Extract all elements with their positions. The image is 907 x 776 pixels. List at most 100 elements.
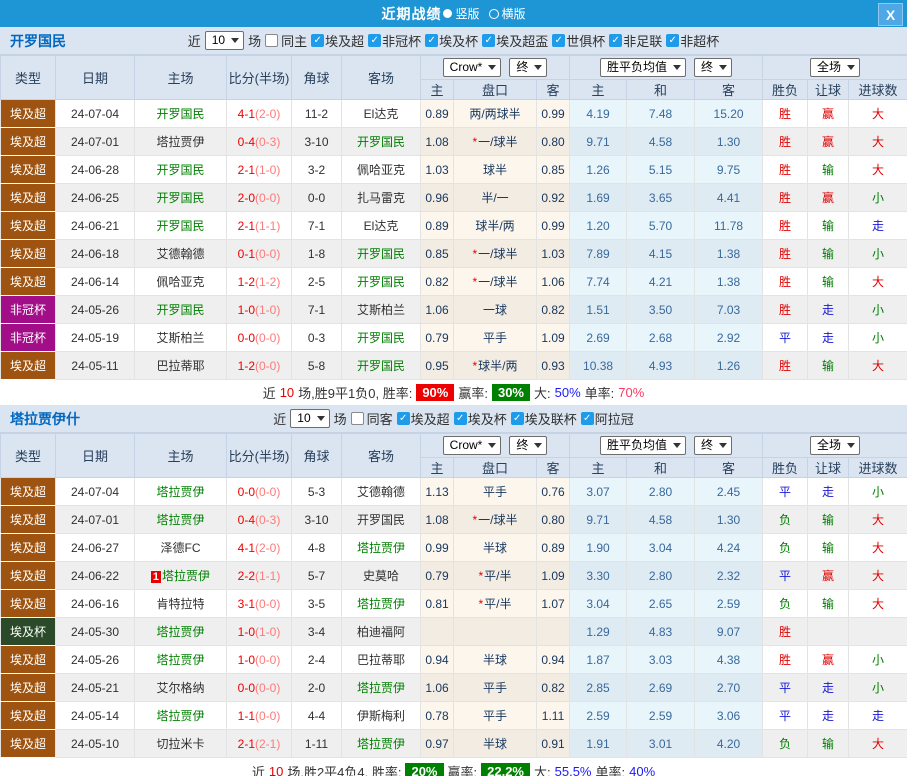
wdl-average-select[interactable]: 胜平负均值 — [600, 58, 686, 77]
checkbox-checked-icon[interactable]: ✓ — [581, 412, 594, 425]
away-odds-cell: 0.82 — [537, 296, 570, 324]
avg-lose-cell: 1.30 — [695, 506, 763, 534]
score-cell: 1-2(1-2) — [227, 268, 292, 296]
radio-horizontal-layout[interactable]: 横版 — [489, 5, 526, 22]
goals-result-cell: 大 — [849, 506, 907, 534]
bookmaker-select[interactable]: Crow* — [443, 58, 502, 77]
odd-rate-value: 40% — [629, 764, 655, 776]
league-filter[interactable]: ✓非超杯 — [666, 31, 719, 50]
matches-tbody: 埃及超24-07-04塔拉贾伊0-0(0-0)5-3艾德翰德1.13平手0.76… — [1, 478, 907, 758]
col-avg-draw: 和 — [627, 458, 695, 478]
avg-draw-cell: 2.69 — [627, 674, 695, 702]
handicap-result-cell: 赢 — [808, 562, 849, 590]
league-filter[interactable]: ✓埃及超 — [311, 31, 364, 50]
same-venue-filter[interactable]: 同客 — [351, 409, 393, 428]
handicap-result-cell: 输 — [808, 240, 849, 268]
corner-cell: 5-8 — [292, 352, 342, 380]
handicap-cell: 一球 — [454, 296, 537, 324]
checkbox-checked-icon[interactable]: ✓ — [397, 412, 410, 425]
league-filter[interactable]: ✓埃及超盃 — [482, 31, 548, 50]
wdl-result-cell: 胜 — [763, 646, 808, 674]
league-cell: 埃及超 — [1, 212, 56, 240]
match-row: 埃及超24-06-25开罗国民2-0(0-0)0-0扎马雷克0.96半/一0.9… — [1, 184, 907, 212]
away-odds-cell: 0.99 — [537, 100, 570, 128]
goals-result-cell: 大 — [849, 534, 907, 562]
avg-draw-cell: 3.03 — [627, 646, 695, 674]
handicap-result-cell: 输 — [808, 156, 849, 184]
score-cell: 1-2(0-0) — [227, 352, 292, 380]
checkbox-checked-icon[interactable]: ✓ — [454, 412, 467, 425]
handicap-cell: *一/球半 — [454, 128, 537, 156]
league-cell: 埃及超 — [1, 562, 56, 590]
handicap-result-cell: 走 — [808, 674, 849, 702]
wdl-result-cell: 胜 — [763, 184, 808, 212]
avg-draw-cell: 2.80 — [627, 562, 695, 590]
match-row: 埃及超24-07-04开罗国民4-1(2-0)11-2El达克0.89两/两球半… — [1, 100, 907, 128]
games-label: 场 — [334, 409, 347, 428]
handicap-cell: *平/半 — [454, 562, 537, 590]
checkbox-checked-icon[interactable]: ✓ — [511, 412, 524, 425]
league-filter[interactable]: ✓埃及超 — [397, 409, 450, 428]
wdl-average-select[interactable]: 胜平负均值 — [600, 436, 686, 455]
period-select[interactable]: 全场 — [810, 58, 860, 77]
matches-tbody: 埃及超24-07-04开罗国民4-1(2-0)11-2El达克0.89两/两球半… — [1, 100, 907, 380]
goals-result-cell: 大 — [849, 730, 907, 758]
home-odds-cell: 0.79 — [421, 324, 454, 352]
odds-time-select[interactable]: 终 — [509, 58, 547, 77]
wdl-time-select[interactable]: 终 — [694, 436, 732, 455]
same-venue-filter[interactable]: 同主 — [265, 31, 307, 50]
match-row: 埃及超24-06-27泽德FC4-1(2-0)4-8塔拉贾伊0.99半球0.89… — [1, 534, 907, 562]
radio-vertical-layout[interactable]: 竖版 — [443, 5, 479, 22]
checkbox-checked-icon[interactable]: ✓ — [609, 34, 622, 47]
checkbox-checked-icon[interactable]: ✓ — [425, 34, 438, 47]
date-cell: 24-06-16 — [56, 590, 135, 618]
home-odds-cell: 1.03 — [421, 156, 454, 184]
team-name: 开罗国民 — [10, 31, 66, 51]
chevron-down-icon — [317, 416, 325, 421]
checkbox-checked-icon[interactable]: ✓ — [552, 34, 565, 47]
date-cell: 24-07-04 — [56, 100, 135, 128]
home-team-cell: 泽德FC — [135, 534, 227, 562]
col-away: 客场 — [342, 434, 421, 478]
goals-result-cell: 小 — [849, 184, 907, 212]
checkbox-unchecked-icon[interactable] — [351, 412, 364, 425]
col-home: 主场 — [135, 434, 227, 478]
checkbox-unchecked-icon[interactable] — [265, 34, 278, 47]
checkbox-checked-icon[interactable]: ✓ — [482, 34, 495, 47]
avg-draw-cell: 4.83 — [627, 618, 695, 646]
league-filter[interactable]: ✓世俱杯 — [552, 31, 605, 50]
home-odds-cell: 1.06 — [421, 674, 454, 702]
league-filter[interactable]: ✓阿拉冠 — [581, 409, 634, 428]
score-cell: 1-0(1-0) — [227, 296, 292, 324]
corner-cell: 4-8 — [292, 534, 342, 562]
period-select[interactable]: 全场 — [810, 436, 860, 455]
recent-count-select[interactable]: 10 — [205, 31, 244, 50]
league-filter[interactable]: ✓埃及联杯 — [511, 409, 577, 428]
wdl-time-select[interactable]: 终 — [694, 58, 732, 77]
away-team-cell: El达克 — [342, 212, 421, 240]
away-odds-cell: 0.93 — [537, 352, 570, 380]
league-filter[interactable]: ✓埃及杯 — [454, 409, 507, 428]
league-filter[interactable]: ✓非冠杯 — [368, 31, 421, 50]
home-team-cell: 肯特拉特 — [135, 590, 227, 618]
checkbox-checked-icon[interactable]: ✓ — [311, 34, 324, 47]
goals-result-cell: 小 — [849, 646, 907, 674]
checkbox-checked-icon[interactable]: ✓ — [368, 34, 381, 47]
corner-cell: 5-7 — [292, 562, 342, 590]
date-cell: 24-06-28 — [56, 156, 135, 184]
league-cell: 埃及杯 — [1, 618, 56, 646]
checkbox-checked-icon[interactable]: ✓ — [666, 34, 679, 47]
odds-time-select[interactable]: 终 — [509, 436, 547, 455]
recent-count-select[interactable]: 10 — [290, 409, 329, 428]
avg-win-cell: 2.85 — [570, 674, 627, 702]
match-row: 埃及超24-05-10切拉米卡2-1(2-1)1-11塔拉贾伊0.97半球0.9… — [1, 730, 907, 758]
goals-result-cell — [849, 618, 907, 646]
bookmaker-select[interactable]: Crow* — [443, 436, 502, 455]
league-filter[interactable]: ✓非足联 — [609, 31, 662, 50]
league-cell: 埃及超 — [1, 268, 56, 296]
home-odds-cell: 1.13 — [421, 478, 454, 506]
league-filter[interactable]: ✓埃及杯 — [425, 31, 478, 50]
chevron-down-icon — [534, 65, 542, 70]
corner-cell: 2-0 — [292, 674, 342, 702]
close-button[interactable]: X — [878, 3, 903, 26]
